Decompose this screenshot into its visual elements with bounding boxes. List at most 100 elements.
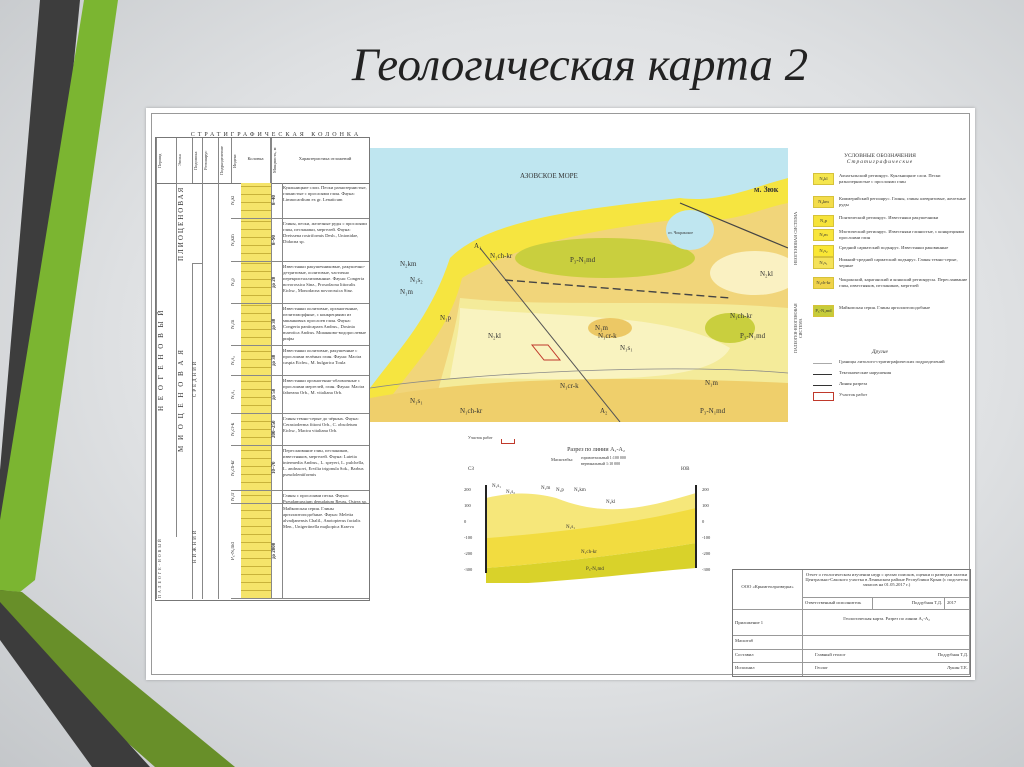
section-layer-label: N₁s₁ bbox=[492, 484, 501, 489]
strat-row: N₁tr Глины с прослоями песка. Фауна: Pseu… bbox=[231, 491, 369, 504]
section-tick-right: 200 bbox=[702, 487, 710, 492]
geological-map[interactable]: АЗОВСКОЕ МОРЕ оз. Чокракское м. Зюк A₁ A… bbox=[370, 148, 788, 422]
strat-thickness: до 20 bbox=[271, 262, 283, 303]
map-unit-label: N₁s₂ bbox=[410, 276, 423, 284]
legend-text: Чокракский, караганский и конкский регио… bbox=[839, 277, 968, 288]
strat-description: Известняки оолитовые, ракушечные с просл… bbox=[283, 348, 362, 365]
strat-row: N₁cr-k 200–250 Глины темно-серые до чёрных… bbox=[231, 414, 369, 446]
map-unit-label: N₁s₁ bbox=[620, 344, 633, 352]
map-unit-label: P₃-N₁md bbox=[570, 256, 596, 264]
map-legend: УСЛОВНЫЕ ОБОЗНАЧЕНИЯ Стратиграфические Н… bbox=[791, 153, 969, 403]
section-layer-label: N₁ch-kr bbox=[581, 550, 597, 555]
header-index: Индекс bbox=[231, 138, 241, 183]
legend-other-title: Другие bbox=[872, 349, 888, 355]
section-layer-label: N₁p bbox=[556, 488, 564, 493]
section-left-end: СЗ bbox=[468, 467, 474, 472]
strat-description: Известняки ракушечниковые, ракушечно-дет… bbox=[283, 264, 366, 293]
strat-thickness: до 30 bbox=[271, 346, 283, 375]
strat-index: N₁ch-kr bbox=[231, 460, 236, 476]
cape-label: м. Зюк bbox=[754, 185, 779, 194]
strat-row: N₁m до 30 Известняки оолитовые, органогенн… bbox=[231, 304, 369, 346]
legend-text: Границы литолого-стратиграфических подра… bbox=[839, 359, 945, 364]
scale-vertical: вертикальный 1:10 000 bbox=[581, 461, 621, 466]
header-epoch: Эпоха bbox=[176, 138, 192, 183]
legend-swatch: N₁p bbox=[813, 215, 834, 227]
section-tick-left: 100 bbox=[464, 503, 472, 508]
section-layer-label: N₁m bbox=[541, 486, 550, 491]
strat-index: N₂kl bbox=[231, 195, 236, 206]
legend-swatch: N₁s₂ bbox=[813, 245, 834, 257]
scale-label: Масштабы: bbox=[551, 457, 574, 462]
stamp-executed-name: Лукин Т.Е. bbox=[946, 665, 968, 670]
lithology-pattern bbox=[241, 346, 271, 375]
strat-row: N₁s₁ до 50 Известняки органогенно-обломочн… bbox=[231, 376, 369, 414]
map-unit-label: N₂km bbox=[400, 260, 417, 268]
regiostage-col bbox=[202, 183, 218, 599]
section-tick-left: 0 bbox=[464, 519, 467, 524]
section-layer-label: P₃-N₁md bbox=[586, 567, 604, 572]
header-period: Период bbox=[156, 138, 176, 183]
section-layer-label: N₁s₂ bbox=[506, 490, 515, 495]
header-subdivision: Подразделение bbox=[218, 138, 231, 183]
legend-text: Киммерийский региоярус. Глины, глины але… bbox=[839, 196, 966, 207]
unit-maikop-north bbox=[515, 238, 695, 278]
period-label: Н Е О Г Е Н О В Ы Й bbox=[156, 183, 176, 537]
header-description: Характеристика отложений bbox=[298, 156, 352, 161]
lithology-pattern bbox=[241, 262, 271, 303]
map-unit-label: N₁cr-k bbox=[598, 332, 617, 340]
header-thickness: Мощность, м bbox=[271, 138, 281, 183]
legend-text: Линия разреза bbox=[839, 381, 868, 386]
legend-swatch: N₁s₁ bbox=[813, 257, 834, 269]
map-unit-label: N₂kl bbox=[760, 270, 773, 278]
section-start-label: A₁ bbox=[474, 242, 482, 250]
header-regiostage: Региоярус bbox=[202, 138, 218, 183]
section-layer-label: N₁s₁ bbox=[566, 525, 575, 530]
map-unit-label: N₁m bbox=[595, 324, 608, 332]
legend-swatch: P₃-N₁md bbox=[813, 305, 834, 317]
legend-swatch: N₁m bbox=[813, 229, 834, 241]
strat-description: Глины, пески, железные руды с прослоями … bbox=[283, 221, 367, 244]
epoch-pliocene: ПЛИОЦЕНОВАЯ bbox=[176, 183, 192, 263]
slide-title: Геологическая карта 2 bbox=[351, 39, 809, 91]
section-layer-label: N₂kl bbox=[606, 500, 616, 505]
lithology-pattern bbox=[241, 304, 271, 345]
stamp-executed: Исполнил bbox=[733, 663, 803, 676]
strat-thickness: 200–250 bbox=[271, 414, 283, 445]
strat-row: N₂km 8–90 Глины, пески, железные руды с пр… bbox=[231, 219, 369, 262]
work-area-swatch bbox=[813, 392, 834, 401]
section-tick-right: 100 bbox=[702, 503, 710, 508]
legend-system-neogene: НЕОГЕНОВАЯ СИСТЕМА bbox=[793, 211, 798, 265]
stamp-responsible-label: Ответственный исполнитель bbox=[803, 598, 873, 610]
strat-thickness: до 2000 bbox=[271, 504, 283, 598]
header-subepoch: Подэпоха bbox=[192, 138, 202, 183]
legend-swatch: N₂km bbox=[813, 196, 834, 208]
header-column: Колонка bbox=[241, 138, 271, 183]
strat-index: N₁tr bbox=[231, 492, 236, 502]
strat-row: N₂kl 8–40 Куяльницкие слои. Пески разнозер… bbox=[231, 183, 369, 219]
strat-row: N₁p до 20 Известняки ракушечниковые, ракуш… bbox=[231, 262, 369, 304]
section-tick-left: -100 bbox=[464, 535, 473, 540]
stamp-report: Отчет о геологическом изучении недр с це… bbox=[803, 570, 970, 598]
section-layer-label: N₂km bbox=[574, 488, 586, 493]
strat-index: N₁s₂ bbox=[231, 355, 236, 366]
lake-label: оз. Чокракское bbox=[668, 230, 693, 235]
strat-body: Н Е О Г Е Н О В Ы Й ПАЛЕОГЕ-НОВЫЙ ПЛИОЦЕ… bbox=[156, 183, 369, 600]
work-area-symbol bbox=[501, 439, 515, 444]
map-unit-label: N₁ch-kr bbox=[490, 252, 513, 260]
strat-thickness: 10–70 bbox=[271, 446, 283, 490]
stamp-appendix: Приложение 1 bbox=[733, 610, 803, 636]
strat-index: P₃-N₁md bbox=[231, 542, 236, 560]
legend-subtitle: Стратиграфические bbox=[846, 159, 914, 165]
strat-row: N₁ch-kr 10–70 Переслаивание глин, песчаник… bbox=[231, 446, 369, 491]
map-unit-label: N₁ch-kr bbox=[730, 312, 753, 320]
stamp-responsible: Поддубная Т.Д. bbox=[873, 598, 945, 610]
subepoch-lower: НИЖНИЙ bbox=[192, 493, 202, 599]
legend-text: Понтический региоярус. Известняки ракуше… bbox=[839, 215, 939, 220]
strat-thickness: до 50 bbox=[271, 376, 283, 413]
epoch-miocene: М И О Ц Е Н О В А Я bbox=[176, 263, 192, 537]
map-unit-label: N₁m bbox=[400, 288, 413, 296]
strat-row: N₁s₂ до 30 Известняки оолитовые, ракушечны… bbox=[231, 346, 369, 376]
map-unit-label: N₁m bbox=[705, 379, 718, 387]
section-tick-right: -100 bbox=[702, 535, 711, 540]
map-unit-label: P₃-N₁md bbox=[700, 407, 726, 415]
